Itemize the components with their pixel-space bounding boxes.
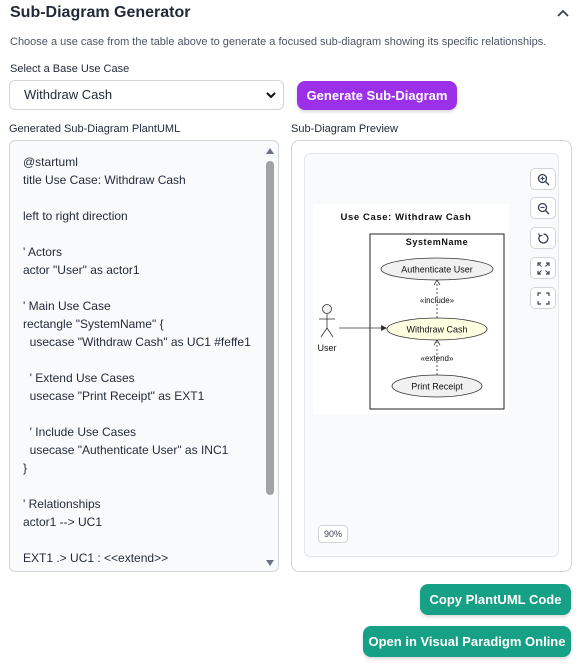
fit-to-screen-button[interactable] (530, 257, 556, 279)
base-use-case-label: Select a Base Use Case (10, 63, 130, 75)
zoom-out-icon (537, 202, 550, 215)
open-visual-paradigm-button[interactable]: Open in Visual Paradigm Online (363, 626, 571, 657)
include-label: «include» (420, 296, 455, 305)
system-name: SystemName (406, 237, 469, 247)
code-panel-label: Generated Sub-Diagram PlantUML (9, 123, 181, 135)
plantuml-code[interactable]: @startuml title Use Case: Withdraw Cash … (23, 153, 263, 567)
zoom-in-icon (537, 173, 550, 186)
fullscreen-icon (537, 292, 550, 305)
zoom-in-button[interactable] (530, 168, 556, 190)
reset-icon (537, 233, 549, 244)
actor-user-label: User (317, 343, 336, 353)
section-description: Choose a use case from the table above t… (10, 36, 547, 48)
chevron-down-icon (266, 92, 276, 99)
fullscreen-button[interactable] (530, 287, 556, 309)
fit-screen-icon (537, 262, 550, 275)
generate-sub-diagram-button[interactable]: Generate Sub-Diagram (297, 81, 457, 110)
reset-view-button[interactable] (530, 227, 556, 249)
zoom-out-button[interactable] (530, 197, 556, 219)
code-scrollbar[interactable] (264, 145, 276, 569)
diagram-title: Use Case: Withdraw Cash (341, 212, 472, 223)
preview-panel-label: Sub-Diagram Preview (291, 123, 398, 135)
use-case-authenticate-user-label: Authenticate User (401, 265, 473, 275)
zoom-level-indicator: 90% (318, 525, 348, 543)
use-case-diagram: Use Case: Withdraw Cash SystemName Authe… (313, 204, 509, 414)
copy-plantuml-button[interactable]: Copy PlantUML Code (420, 584, 571, 615)
base-use-case-select[interactable]: Withdraw Cash (9, 80, 284, 110)
preview-canvas[interactable]: Use Case: Withdraw Cash SystemName Authe… (304, 153, 559, 557)
chevron-up-icon[interactable] (555, 6, 571, 20)
scroll-up-icon[interactable] (266, 147, 274, 155)
selected-use-case: Withdraw Cash (24, 87, 113, 102)
scrollbar-thumb[interactable] (266, 161, 274, 495)
scroll-down-icon[interactable] (266, 559, 274, 567)
use-case-withdraw-cash-label: Withdraw Cash (406, 325, 467, 335)
plantuml-code-area[interactable]: @startuml title Use Case: Withdraw Cash … (9, 140, 279, 572)
preview-panel: Use Case: Withdraw Cash SystemName Authe… (291, 140, 572, 572)
extend-label: «extend» (421, 354, 454, 363)
use-case-print-receipt-label: Print Receipt (411, 382, 463, 392)
section-title: Sub-Diagram Generator (10, 4, 191, 21)
